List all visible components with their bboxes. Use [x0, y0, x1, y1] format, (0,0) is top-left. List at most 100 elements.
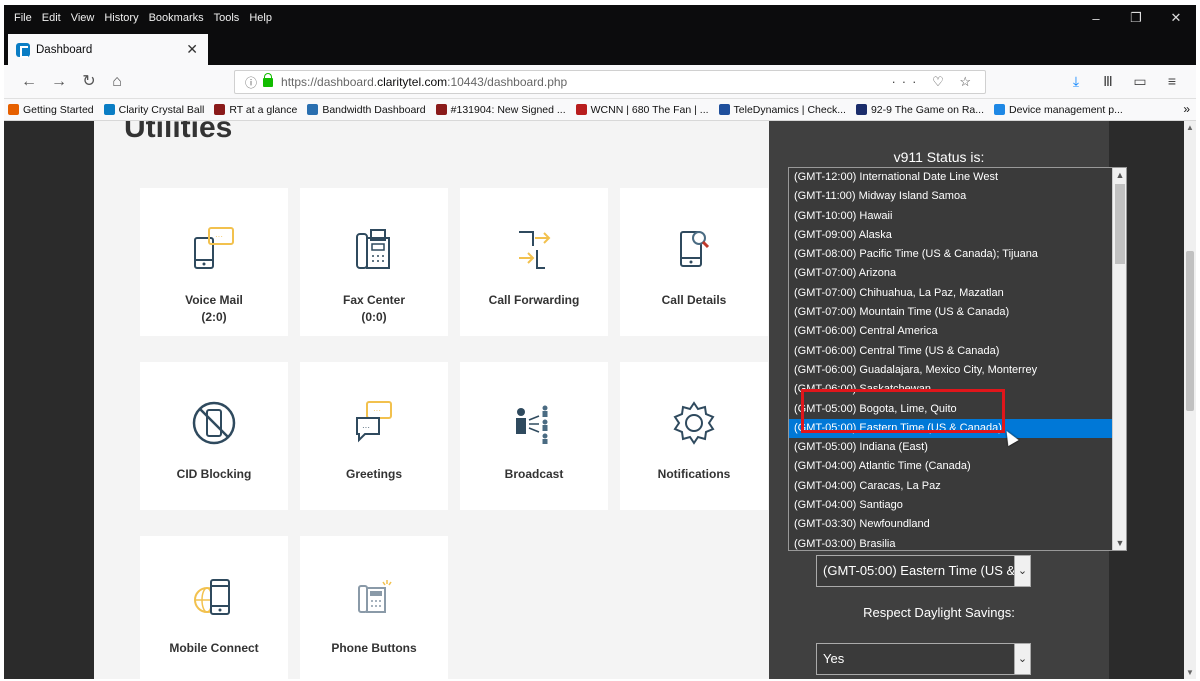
bookmark-item[interactable]: #131904: New Signed ...	[435, 103, 566, 116]
hamburger-menu-icon[interactable]: ≡	[1156, 73, 1188, 90]
timezone-listbox[interactable]: (GMT-12:00) International Date Line West…	[788, 167, 1127, 551]
forward-icon[interactable]: →	[48, 71, 70, 93]
back-icon[interactable]: ←	[18, 71, 40, 93]
bookmark-item[interactable]: WCNN | 680 The Fan | ...	[575, 104, 709, 116]
bookmark-item[interactable]: 92-9 The Game on Ra...	[855, 103, 985, 116]
notifications-card[interactable]: Notifications	[620, 362, 768, 510]
svg-text:···: ···	[362, 423, 370, 432]
bookmark-favicon-icon	[855, 104, 867, 115]
menu-file[interactable]: File	[14, 12, 32, 24]
info-icon[interactable]: ⓘ	[245, 74, 257, 91]
timezone-option[interactable]: (GMT-07:00) Chihuahua, La Paz, Mazatlan	[789, 284, 1126, 303]
bookmark-favicon-icon	[575, 104, 587, 115]
menu-tools[interactable]: Tools	[214, 12, 240, 24]
bookmark-favicon-icon	[994, 104, 1006, 115]
tab-dashboard[interactable]: Dashboard ✕	[8, 34, 208, 65]
timezone-option[interactable]: (GMT-05:00) Indiana (East)	[789, 438, 1126, 457]
call-details-label: Call Details	[661, 293, 727, 307]
bookmark-item[interactable]: Clarity Crystal Ball	[103, 104, 204, 116]
bookmark-label: 92-9 The Game on Ra...	[870, 103, 985, 116]
menu-view[interactable]: View	[71, 12, 95, 24]
fax-machine-icon	[356, 229, 390, 269]
fax-center-card[interactable]: Fax Center (0:0)	[300, 188, 448, 336]
voice-mail-card[interactable]: ··· Voice Mail (2:0)	[140, 188, 288, 336]
menu-help[interactable]: Help	[249, 12, 272, 24]
daylight-savings-select[interactable]: Yes ⌄	[816, 643, 1031, 675]
timezone-option[interactable]: (GMT-03:30) Newfoundland	[789, 515, 1126, 534]
timezone-option[interactable]: (GMT-12:00) International Date Line West	[789, 168, 1126, 187]
call-forwarding-card[interactable]: Call Forwarding	[460, 188, 608, 336]
timezone-option[interactable]: (GMT-03:00) Brasilia	[789, 535, 1126, 550]
timezone-option[interactable]: (GMT-06:00) Guadalajara, Mexico City, Mo…	[789, 361, 1126, 380]
close-tab-icon[interactable]: ✕	[186, 41, 198, 58]
menu-history[interactable]: History	[104, 12, 138, 24]
phone-buttons-card[interactable]: Phone Buttons	[300, 536, 448, 679]
timezone-select-value: (GMT-05:00) Eastern Time (US & Canada)	[823, 563, 1030, 578]
v911-status-title: v911 Status is:	[893, 149, 985, 165]
timezone-select[interactable]: (GMT-05:00) Eastern Time (US & Canada) ⌄	[816, 555, 1031, 587]
timezone-option[interactable]: (GMT-07:00) Arizona	[789, 264, 1126, 283]
timezone-list-scrollbar[interactable]: ▲ ▼	[1112, 168, 1126, 550]
broadcast-card[interactable]: Broadcast	[460, 362, 608, 510]
bookmark-favicon-icon	[103, 104, 115, 115]
sidebar-icon[interactable]: ▭	[1124, 73, 1156, 90]
bookmark-item[interactable]: RT at a glance	[214, 104, 297, 116]
red-annotation-box	[801, 389, 1005, 433]
close-window-icon[interactable]: ✕	[1156, 5, 1196, 31]
bookmark-item[interactable]: Getting Started	[8, 104, 94, 116]
minimize-icon[interactable]: –	[1076, 5, 1116, 31]
bookmark-favicon-icon	[307, 104, 319, 115]
timezone-option[interactable]: (GMT-06:00) Central Time (US & Canada)	[789, 342, 1126, 361]
timezone-option[interactable]: (GMT-08:00) Pacific Time (US & Canada); …	[789, 245, 1126, 264]
maximize-icon[interactable]: ❐	[1116, 5, 1156, 31]
page-scroll-thumb[interactable]	[1186, 251, 1194, 411]
page-viewport: Utilities ··· Voice Mail (2:0) Fax Cente…	[4, 121, 1184, 679]
page-scroll-down-icon[interactable]: ▼	[1184, 668, 1196, 677]
pocket-icon[interactable]: ♡	[932, 74, 950, 89]
timezone-option[interactable]: (GMT-10:00) Hawaii	[789, 207, 1126, 226]
downloads-icon[interactable]: ⤓	[1060, 73, 1092, 90]
cid-blocking-label: CID Blocking	[176, 467, 252, 481]
bookmark-item[interactable]: Bandwidth Dashboard	[307, 104, 426, 116]
url-bar[interactable]: ⓘ https://dashboard. claritytel.com:10443…	[234, 70, 986, 94]
timezone-option[interactable]: (GMT-04:00) Caracas, La Paz	[789, 477, 1126, 496]
tab-title: Dashboard	[36, 43, 93, 56]
call-details-card[interactable]: Call Details	[620, 188, 768, 336]
bookmark-favicon-icon	[435, 104, 447, 115]
bookmarks-overflow-icon[interactable]: »	[1183, 102, 1190, 116]
cid-blocking-card[interactable]: CID Blocking	[140, 362, 288, 510]
bookmark-star-icon[interactable]: ☆	[959, 74, 977, 89]
chevron-down-icon[interactable]: ⌄	[1014, 644, 1030, 674]
timezone-option[interactable]: (GMT-04:00) Atlantic Time (Canada)	[789, 457, 1126, 476]
voice-mail-icon: ···	[194, 227, 234, 269]
timezone-option[interactable]: (GMT-11:00) Midway Island Samoa	[789, 187, 1126, 206]
page-scrollbar[interactable]: ▲ ▼	[1184, 121, 1196, 679]
page-title: Utilities	[124, 121, 233, 144]
library-icon[interactable]: Ⅲ	[1092, 73, 1124, 90]
page-scroll-up-icon[interactable]: ▲	[1184, 123, 1196, 132]
bookmark-label: #131904: New Signed ...	[450, 103, 566, 116]
chevron-down-icon[interactable]: ⌄	[1014, 556, 1030, 586]
timezone-option[interactable]: (GMT-04:00) Santiago	[789, 496, 1126, 515]
bookmark-item[interactable]: Device management p...	[994, 104, 1123, 116]
menu-bar: File Edit View History Bookmarks Tools H…	[4, 5, 1196, 31]
reload-icon[interactable]: ↻	[78, 71, 100, 93]
timezone-list-scroll-thumb[interactable]	[1115, 184, 1125, 264]
menu-bookmarks[interactable]: Bookmarks	[149, 12, 204, 24]
page-actions-menu-icon[interactable]: ···	[891, 74, 922, 89]
url-prefix: https://dashboard.	[281, 75, 378, 89]
bookmark-item[interactable]: TeleDynamics | Check...	[718, 104, 846, 116]
notifications-label: Notifications	[657, 467, 731, 481]
scroll-up-icon[interactable]: ▲	[1113, 168, 1126, 182]
greetings-card[interactable]: ··· ··· Greetings	[300, 362, 448, 510]
gear-icon	[673, 401, 715, 445]
toolbar-right: ⤓ Ⅲ ▭ ≡	[1060, 73, 1188, 90]
mobile-connect-card[interactable]: Mobile Connect	[140, 536, 288, 679]
timezone-option[interactable]: (GMT-06:00) Central America	[789, 322, 1126, 341]
cid-blocking-icon	[192, 401, 236, 445]
menu-edit[interactable]: Edit	[42, 12, 61, 24]
timezone-option[interactable]: (GMT-07:00) Mountain Time (US & Canada)	[789, 303, 1126, 322]
timezone-option[interactable]: (GMT-09:00) Alaska	[789, 226, 1126, 245]
home-icon[interactable]: ⌂	[106, 71, 128, 93]
scroll-down-icon[interactable]: ▼	[1113, 536, 1126, 550]
